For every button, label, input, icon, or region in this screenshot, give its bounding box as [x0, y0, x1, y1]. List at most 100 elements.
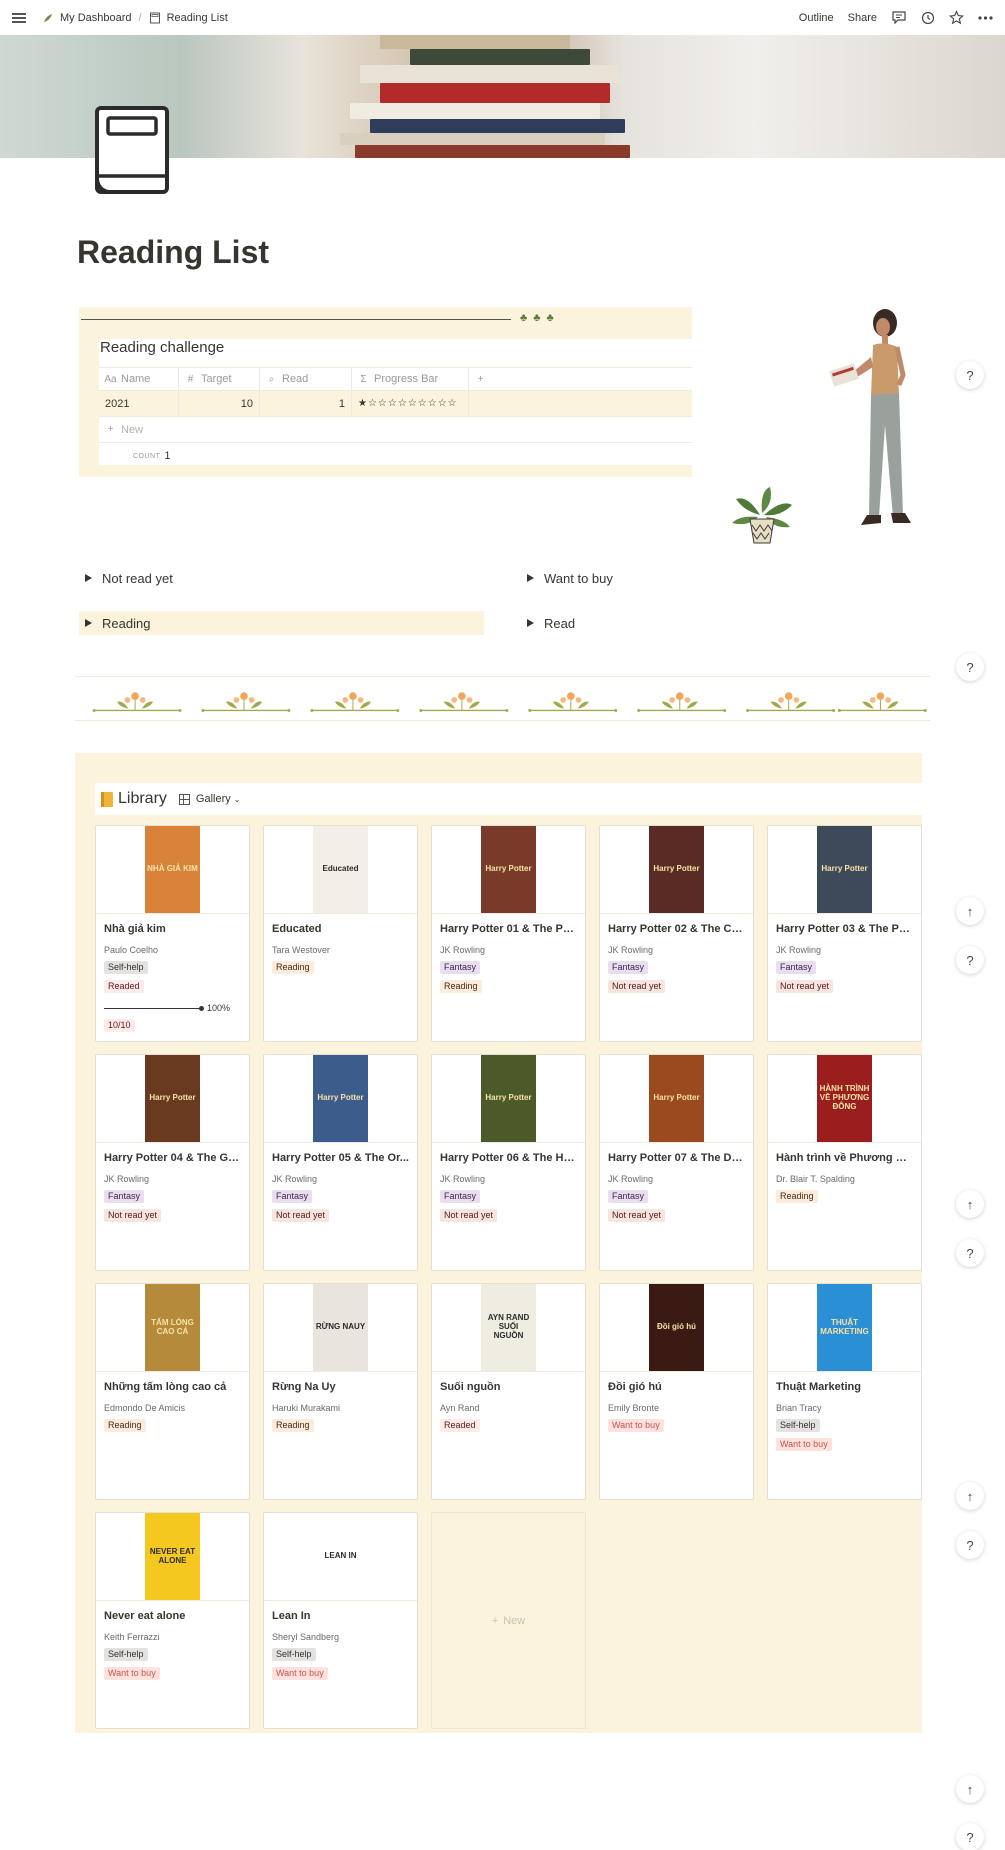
book-card[interactable]: Harry Potter Harry Potter 07 & The De... J…: [599, 1054, 754, 1271]
table-header-row: Aa Name # Target ⌕ Read Σ Progress Bar +: [99, 367, 692, 391]
book-cover-image: Đồi gió hú: [649, 1284, 704, 1371]
book-author: JK Rowling: [776, 945, 822, 955]
status-tag: Want to buy: [776, 1438, 832, 1451]
help-button[interactable]: ?: [956, 1239, 984, 1267]
breadcrumb-reading-list[interactable]: Reading List: [167, 12, 228, 24]
status-tag: Readed: [440, 1419, 480, 1432]
add-property-button[interactable]: +: [469, 368, 499, 390]
toggle-read[interactable]: Read: [521, 611, 926, 635]
book-icon[interactable]: [92, 104, 172, 196]
book-title: Thuật Marketing: [776, 1381, 861, 1393]
column-header-progress[interactable]: Σ Progress Bar: [352, 368, 469, 390]
book-cover-area: THUẬT MARKETING: [768, 1284, 921, 1372]
book-author: JK Rowling: [440, 1174, 486, 1184]
book-cover-area: Harry Potter: [264, 1055, 417, 1143]
cell-progress[interactable]: ★☆☆☆☆☆☆☆☆☆: [352, 391, 469, 416]
text-property-icon: Aa: [104, 373, 117, 385]
book-card[interactable]: LEAN IN Lean In Sheryl Sandberg Self-help Wa…: [263, 1512, 418, 1729]
book-card[interactable]: Educated Educated Tara Westover Reading: [263, 825, 418, 1042]
scroll-top-button[interactable]: ↑: [956, 897, 984, 925]
book-title: Harry Potter 07 & The De...: [608, 1152, 745, 1164]
star-icon[interactable]: [949, 10, 964, 25]
book-card[interactable]: Đồi gió hú Đồi gió hú Emily Bronte Want to …: [599, 1283, 754, 1500]
new-card-button[interactable]: + New: [431, 1512, 586, 1729]
scroll-top-button[interactable]: ↑: [956, 1775, 984, 1803]
book-card[interactable]: Harry Potter Harry Potter 03 & The Pris..…: [767, 825, 922, 1042]
scroll-top-button[interactable]: ↑: [956, 1482, 984, 1510]
menu-icon[interactable]: [12, 12, 26, 23]
count-summary[interactable]: COUNT 1: [99, 443, 692, 469]
book-cover-area: Harry Potter: [432, 1055, 585, 1143]
page-title[interactable]: Reading List: [77, 234, 269, 271]
book-card[interactable]: Harry Potter Harry Potter 06 & The Hal...…: [431, 1054, 586, 1271]
cell-target[interactable]: 10: [179, 391, 260, 416]
share-button[interactable]: Share: [848, 12, 877, 24]
book-card[interactable]: AYN RAND SUỐI NGUỒN Suối nguồn Ayn Rand Rea…: [431, 1283, 586, 1500]
book-cover-title: Harry Potter: [317, 1093, 364, 1103]
column-header-read[interactable]: ⌕ Read: [260, 368, 352, 390]
status-tag: Not read yet: [608, 980, 666, 993]
book-card[interactable]: NEVER EAT ALONE Never eat alone Keith Ferr…: [95, 1512, 250, 1729]
help-button[interactable]: ?: [956, 361, 984, 389]
book-title: Harry Potter 06 & The Hal...: [440, 1152, 577, 1164]
help-button[interactable]: ?: [956, 1823, 984, 1850]
help-button[interactable]: ?: [956, 653, 984, 681]
toggle-reading[interactable]: Reading: [79, 611, 484, 635]
outline-button[interactable]: Outline: [799, 12, 834, 24]
breadcrumb: My Dashboard / Reading List: [42, 12, 228, 24]
book-cover-area: AYN RAND SUỐI NGUỒN: [432, 1284, 585, 1372]
toggle-want-to-buy[interactable]: Want to buy: [521, 566, 926, 590]
column-header-target[interactable]: # Target: [179, 368, 260, 390]
scroll-top-button[interactable]: ↑: [956, 1190, 984, 1218]
book-page-icon: [149, 12, 160, 23]
cell-name[interactable]: 2021: [99, 391, 179, 416]
status-tag: Reading: [272, 1419, 314, 1432]
book-card[interactable]: TẤM LÒNG CAO CẢ Những tấm lòng cao cả Edmo…: [95, 1283, 250, 1500]
challenge-database-title[interactable]: Reading challenge: [100, 339, 224, 356]
cell-read[interactable]: 1: [260, 391, 352, 416]
book-title: Harry Potter 01 & The Phil...: [440, 923, 577, 935]
reading-challenge-callout: ♣♣♣ Reading challenge Aa Name # Target ⌕ Re…: [79, 307, 692, 477]
book-cover-title: Harry Potter: [821, 864, 868, 874]
book-card[interactable]: Harry Potter Harry Potter 05 & The Or... J…: [263, 1054, 418, 1271]
library-header: Library Gallery ⌄: [95, 783, 922, 815]
book-card[interactable]: HÀNH TRÌNH VỀ PHƯƠNG ĐÔNG Hành trình về P…: [767, 1054, 922, 1271]
status-tag: Not read yet: [104, 1209, 162, 1222]
book-author: JK Rowling: [104, 1174, 150, 1184]
book-card[interactable]: Harry Potter Harry Potter 01 & The Phil..…: [431, 825, 586, 1042]
table-row[interactable]: 2021 10 1 ★☆☆☆☆☆☆☆☆☆: [99, 391, 692, 417]
toggle-arrow-icon: [527, 574, 534, 582]
help-button[interactable]: ?: [956, 946, 984, 974]
book-card[interactable]: NHÀ GIẢ KIM Nhà giả kim Paulo Coelho Self-h…: [95, 825, 250, 1042]
new-row-button[interactable]: + New: [99, 417, 692, 443]
status-tag: Reading: [104, 1419, 146, 1432]
book-card[interactable]: RỪNG NAUY Rừng Na Uy Haruki Murakami Readin…: [263, 1283, 418, 1500]
book-card[interactable]: Harry Potter Harry Potter 04 & The Go... J…: [95, 1054, 250, 1271]
history-icon[interactable]: [920, 10, 935, 25]
book-cover-image: Harry Potter: [481, 1055, 536, 1142]
breadcrumb-separator: /: [138, 11, 142, 24]
genre-tag: Fantasy: [608, 1190, 649, 1203]
column-header-name[interactable]: Aa Name: [99, 368, 179, 390]
more-icon[interactable]: [978, 10, 993, 25]
book-title: Educated: [272, 923, 322, 935]
breadcrumb-dashboard[interactable]: My Dashboard: [60, 12, 132, 24]
book-card[interactable]: THUẬT MARKETING Thuật Marketing Brian Trac…: [767, 1283, 922, 1500]
comment-icon[interactable]: [891, 10, 906, 25]
book-card[interactable]: Harry Potter Harry Potter 02 & The Ch... J…: [599, 825, 754, 1042]
gallery-icon: [178, 793, 190, 805]
toggle-not-read-yet[interactable]: Not read yet: [79, 566, 484, 590]
book-title: Hành trình về Phương Đô...: [776, 1152, 913, 1164]
book-cover-image: Educated: [313, 826, 368, 913]
book-cover-title: Harry Potter: [485, 864, 532, 874]
new-card-label: New: [503, 1614, 526, 1627]
genre-tag: Fantasy: [776, 961, 817, 974]
book-author: Ayn Rand: [440, 1403, 480, 1413]
book-cover-title: TẤM LÒNG CAO CẢ: [151, 1317, 194, 1336]
woman-reading-illustration: [829, 309, 911, 525]
book-title: Những tấm lòng cao cả: [104, 1381, 227, 1393]
toggle-arrow-icon: [527, 619, 534, 627]
help-button[interactable]: ?: [956, 1531, 984, 1559]
library-title[interactable]: Library: [99, 790, 167, 808]
gallery-view-button[interactable]: Gallery ⌄: [178, 793, 240, 805]
